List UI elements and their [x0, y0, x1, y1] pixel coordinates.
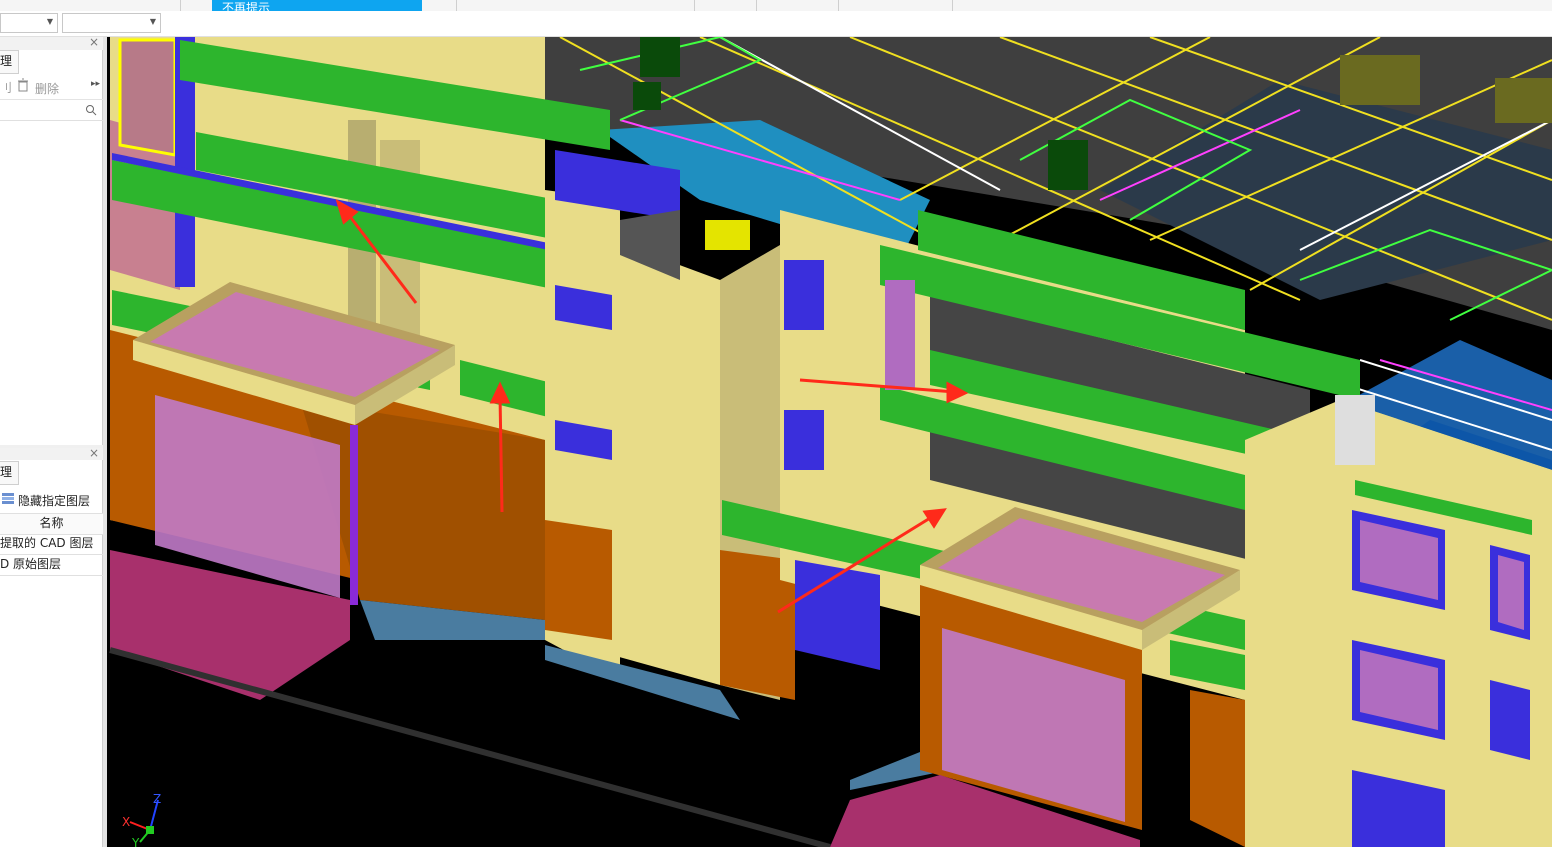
- axis-y-label: Y: [131, 836, 140, 847]
- axis-gizmo: Z X Y: [122, 792, 161, 847]
- tower-base: [545, 520, 612, 640]
- delete-button[interactable]: [16, 78, 30, 95]
- 3d-viewport[interactable]: Z X Y: [107, 37, 1552, 847]
- table-row[interactable]: 提取的 CAD 图层: [0, 534, 103, 555]
- roof-column: [1048, 140, 1088, 190]
- hide-layer-label: 隐藏指定图层: [18, 494, 91, 508]
- storefront-post: [350, 425, 358, 605]
- close-icon[interactable]: ×: [89, 446, 99, 460]
- roof-parapet: [1495, 78, 1552, 123]
- floor-select[interactable]: ▼: [0, 13, 58, 33]
- panel-toolbar: 刂 删除 ▸▸: [0, 75, 103, 100]
- panel-title-bar: ×: [0, 446, 103, 460]
- layer-panel-bottom: × 理 隐藏指定图层 名称 提取的 CAD 图层 D 原始图层: [0, 446, 103, 847]
- roof-parapet: [1340, 55, 1420, 105]
- delete-label[interactable]: 删除: [35, 80, 59, 97]
- table-row[interactable]: D 原始图层: [0, 555, 103, 576]
- search-input[interactable]: [0, 100, 103, 121]
- layers-icon: [2, 493, 14, 504]
- tab-manage[interactable]: 理: [0, 50, 19, 74]
- wall-white: [1335, 395, 1375, 465]
- edit-icon[interactable]: 刂: [0, 79, 12, 96]
- table-header-name: 名称: [0, 513, 103, 535]
- stair-tower-front: [612, 240, 720, 685]
- panel-title-bar: ×: [0, 35, 103, 50]
- component-select[interactable]: ▼: [62, 13, 161, 33]
- hide-layer-button[interactable]: 隐藏指定图层: [0, 488, 103, 510]
- close-icon[interactable]: ×: [89, 35, 99, 49]
- ground-wall-corner: [1190, 690, 1245, 847]
- chevron-down-icon: ▼: [46, 17, 53, 26]
- axis-x-label: X: [122, 815, 130, 829]
- tower-sign: [705, 220, 750, 250]
- selected-window: [118, 38, 177, 157]
- building-model: Z X Y: [109, 37, 1552, 847]
- more-icon[interactable]: ▸▸: [91, 79, 100, 89]
- tab-layer-manage[interactable]: 理: [0, 461, 19, 485]
- axis-z-label: Z: [153, 792, 161, 806]
- window-blue: [784, 260, 824, 330]
- roof-column: [640, 37, 680, 77]
- trash-icon: [18, 78, 28, 92]
- window-magenta: [885, 280, 915, 390]
- window-blue: [784, 410, 824, 470]
- search-icon: [86, 105, 97, 116]
- roof-column: [633, 82, 661, 110]
- layer-panel-top: × 理 刂 删除 ▸▸: [0, 35, 103, 445]
- filter-bar: ▼ ▼: [0, 11, 1552, 37]
- chevron-down-icon: ▼: [149, 17, 156, 26]
